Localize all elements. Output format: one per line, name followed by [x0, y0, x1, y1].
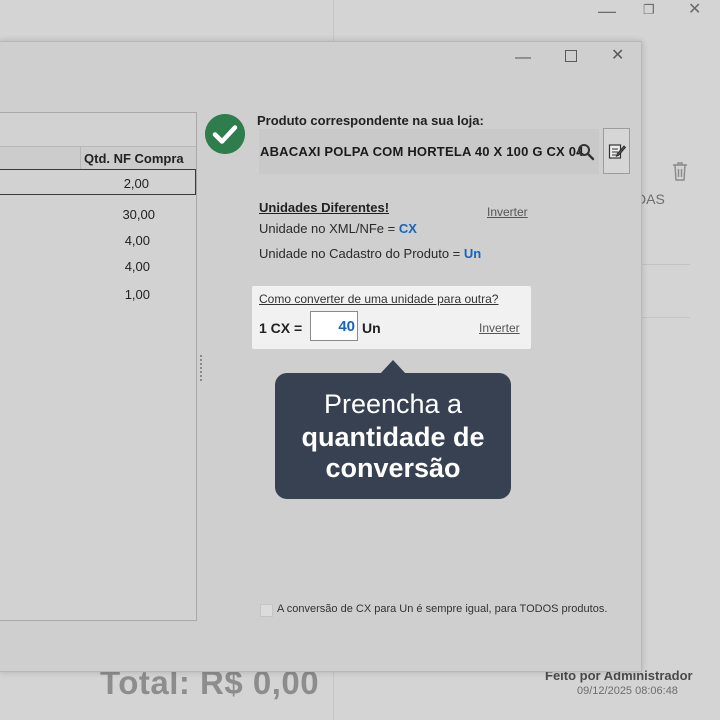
- check-circle-icon: [205, 114, 245, 154]
- conversion-question: Como converter de uma unidade para outra…: [259, 292, 499, 306]
- tooltip-arrow: [380, 360, 406, 374]
- invert-conversion-link[interactable]: Inverter: [479, 321, 520, 335]
- dialog-minimize-icon[interactable]: —: [515, 49, 531, 67]
- table-row[interactable]: 1,00: [0, 281, 196, 307]
- datetime-label: 09/12/2025 08:06:48: [577, 685, 678, 697]
- qty-cell: 1,00: [124, 287, 150, 302]
- dialog-close-icon[interactable]: ✕: [611, 45, 624, 65]
- product-name: ABACAXI POLPA COM HORTELA 40 X 100 G CX …: [260, 144, 584, 159]
- app-close-icon[interactable]: ✕: [688, 2, 701, 18]
- cadastro-unit-line: Unidade no Cadastro do Produto = Un: [259, 246, 481, 261]
- search-icon[interactable]: [577, 143, 595, 161]
- conversion-prefix: 1 CX =: [259, 320, 303, 336]
- table-row[interactable]: 4,00: [0, 227, 196, 253]
- always-same-conversion-checkbox[interactable]: [260, 604, 273, 617]
- edit-note-icon: [608, 144, 626, 159]
- tooltip-line: Preencha a: [323, 389, 463, 419]
- cadastro-unit-value: Un: [463, 246, 482, 261]
- table-row[interactable]: 30,00: [0, 201, 196, 227]
- xml-unit-value: CX: [398, 221, 417, 236]
- table-row[interactable]: 4,00: [0, 253, 196, 279]
- qty-cell: 4,00: [124, 259, 150, 274]
- hint-tooltip: Preencha a quantidade de conversão: [275, 373, 511, 499]
- invert-units-link[interactable]: Inverter: [487, 205, 528, 219]
- dialog-maximize-icon[interactable]: [565, 50, 577, 62]
- qty-cell: 4,00: [124, 233, 150, 248]
- conversion-quantity-input[interactable]: [310, 311, 358, 341]
- panel-splitter-handle[interactable]: [200, 355, 204, 381]
- xml-unit-line: Unidade no XML/NFe = CX: [259, 221, 417, 236]
- tooltip-line: conversão: [325, 453, 461, 483]
- trash-icon[interactable]: [670, 160, 690, 182]
- different-units-title: Unidades Diferentes!: [259, 200, 390, 215]
- table-row[interactable]: 2,00: [0, 169, 196, 195]
- xml-unit-label: Unidade no XML/NFe =: [259, 221, 399, 236]
- always-same-conversion-label[interactable]: A conversão de CX para Un é sempre igual…: [277, 603, 607, 615]
- table-header: Qtd. NF Compra: [0, 146, 196, 170]
- edit-product-button[interactable]: [603, 128, 630, 174]
- cadastro-unit-label: Unidade no Cadastro do Produto =: [259, 246, 464, 261]
- product-match-label: Produto correspondente na sua loja:: [257, 113, 484, 128]
- product-search-field[interactable]: ABACAXI POLPA COM HORTELA 40 X 100 G CX …: [259, 129, 599, 174]
- column-header-qtd-nf-compra[interactable]: Qtd. NF Compra: [84, 151, 184, 166]
- conversion-card: Como converter de uma unidade para outra…: [252, 286, 531, 349]
- app-minimize-icon[interactable]: —: [598, 2, 616, 20]
- items-table: Qtd. NF Compra 2,00 30,00 4,00 4,00 1,00: [0, 112, 197, 621]
- tooltip-line: quantidade de: [301, 422, 485, 452]
- qty-cell: 2,00: [123, 176, 149, 191]
- column-separator[interactable]: [80, 147, 81, 169]
- conversion-target-unit: Un: [362, 320, 381, 336]
- qty-cell: 30,00: [122, 207, 155, 222]
- app-restore-icon[interactable]: ❐: [643, 2, 655, 17]
